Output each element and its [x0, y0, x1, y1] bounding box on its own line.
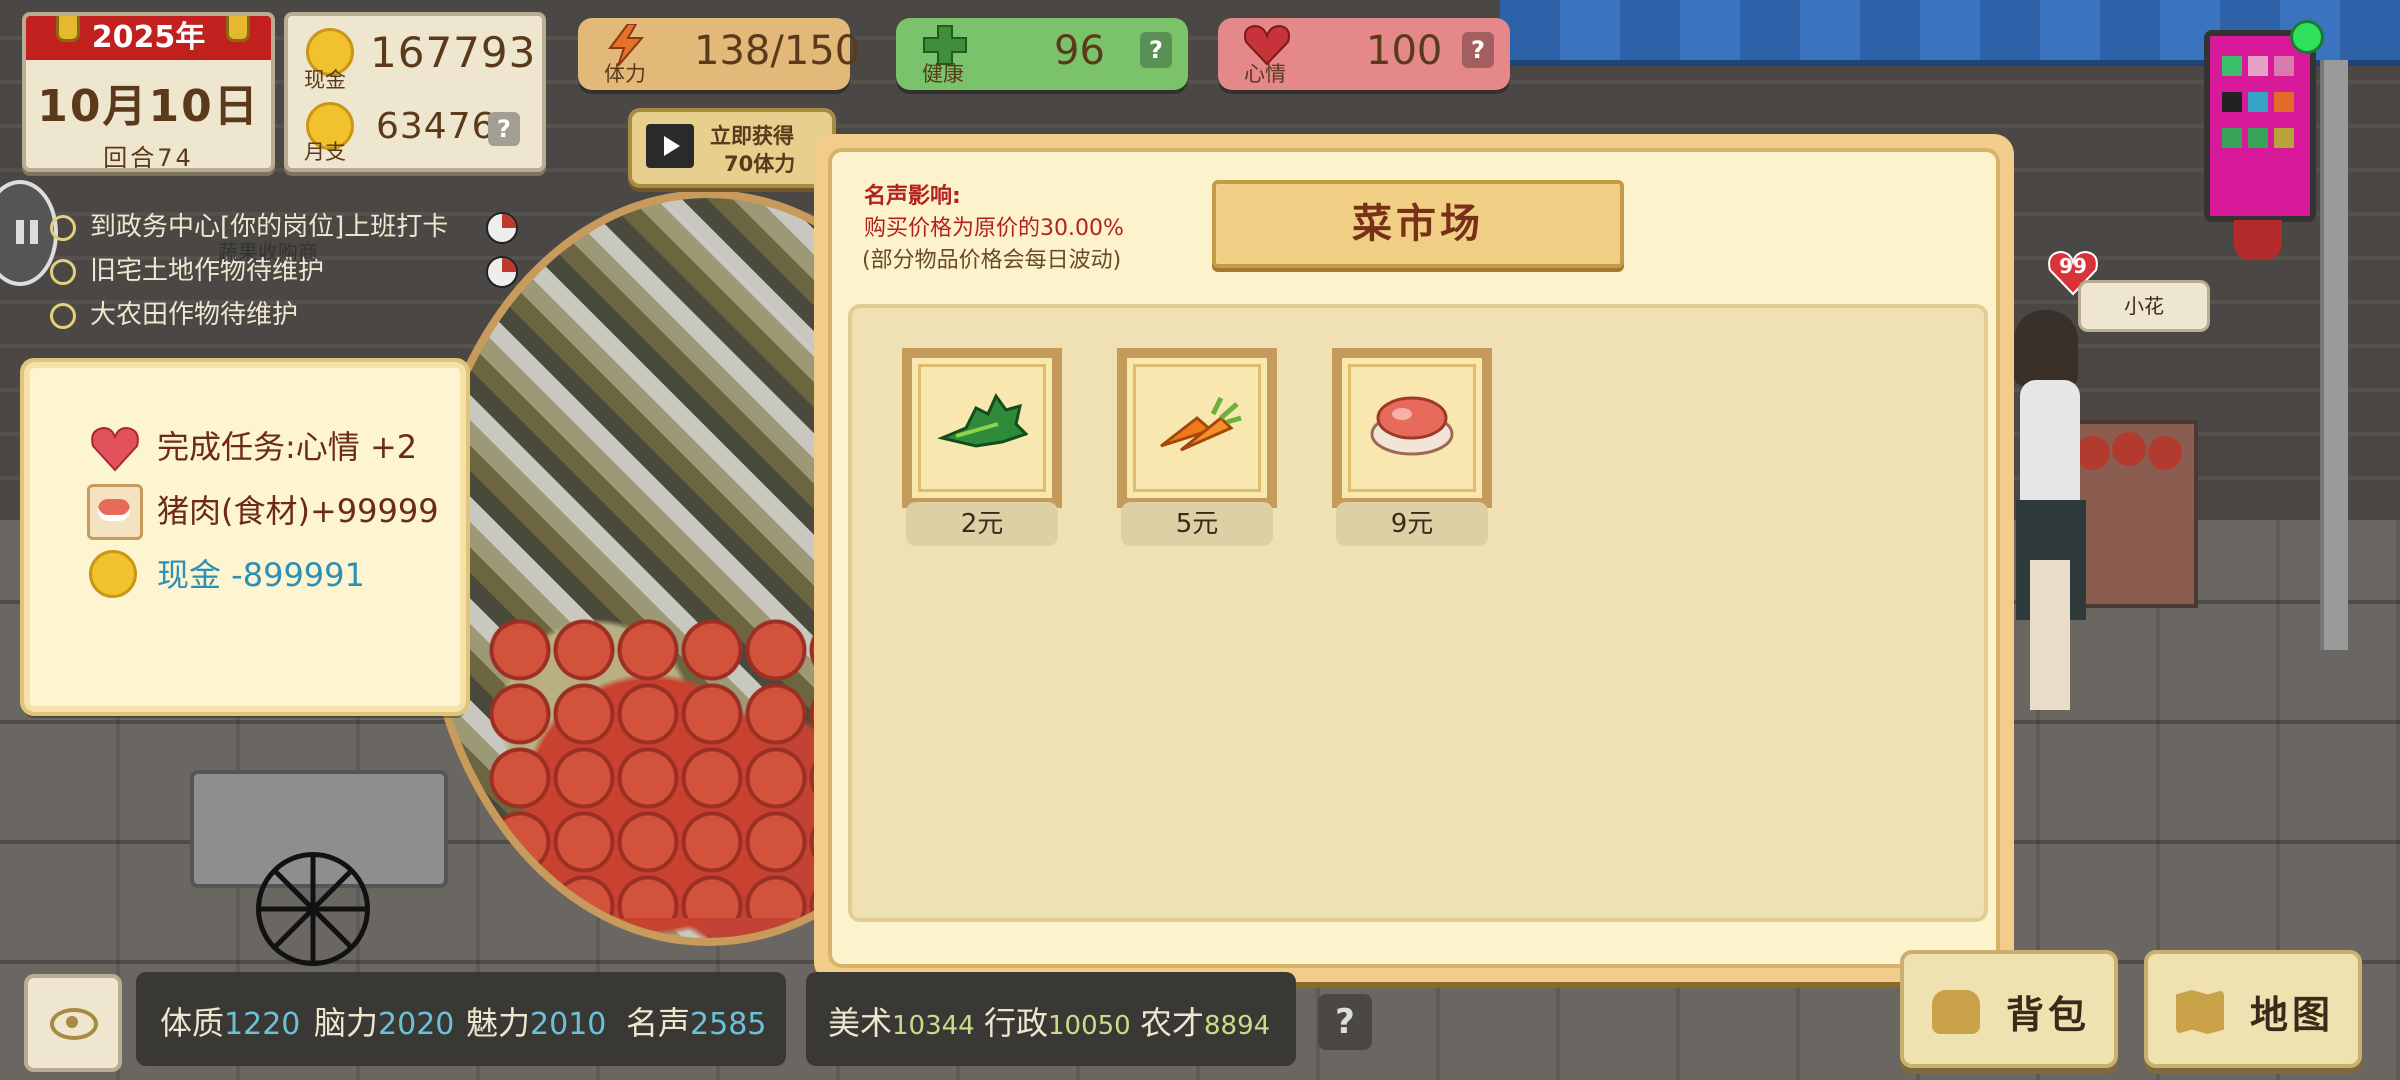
mood-help-button[interactable]: ?: [1462, 32, 1494, 68]
video-button-line1: 立即获得: [710, 124, 794, 148]
round-label: 回合74: [103, 144, 194, 172]
video-button-line2: 70体力: [724, 152, 796, 176]
carrot-icon: [1160, 396, 1242, 452]
item-slot-greens[interactable]: [902, 348, 1062, 508]
attribute-bar-primary: 体质1220 脑力2020 魅力2010 名声2585: [136, 972, 786, 1066]
health-pill[interactable]: 健康 96 ?: [896, 18, 1188, 90]
price-tag: 2元: [906, 502, 1058, 546]
app-icon: [2222, 92, 2242, 112]
stamina-value: 138/150: [694, 28, 861, 74]
task-item[interactable]: 大农田作物待维护: [50, 294, 298, 334]
watch-video-stamina-button[interactable]: 立即获得 70体力: [628, 108, 836, 188]
task-checkbox-icon: [50, 302, 76, 329]
market-panel: 名声影响: 购买价格为原价的30.00% (部分物品价格会每日波动) 菜市场 2…: [814, 134, 2014, 982]
mood-value: 100: [1366, 28, 1443, 74]
cart-wheel: [256, 852, 370, 966]
skill-art: 美术10344: [828, 1004, 975, 1042]
attr-intellect: 脑力2020: [314, 1004, 455, 1042]
attr-fame: 名声2585: [626, 1004, 767, 1042]
app-icon: [2274, 92, 2294, 112]
app-icon: [2222, 56, 2242, 76]
task-checkbox-icon: [50, 214, 76, 241]
vegetable-icon: [937, 392, 1028, 448]
map-button[interactable]: 地图: [2144, 950, 2362, 1068]
clock-icon: [486, 212, 518, 244]
phone-stand: [2234, 220, 2282, 260]
apple-icon: [2148, 436, 2182, 470]
meat-icon: [1370, 396, 1454, 456]
backpack-label: 背包: [2006, 993, 2091, 1037]
task-text: 大农田作物待维护: [90, 300, 299, 330]
task-checkbox-icon: [50, 258, 76, 285]
map-label: 地图: [2250, 993, 2335, 1037]
backpack-button[interactable]: 背包: [1900, 950, 2118, 1068]
npc-legs: [2030, 560, 2070, 710]
calendar-ring-icon: [56, 16, 80, 42]
cash-value: 167793: [370, 28, 537, 77]
attribute-bar-skills: 美术10344 行政10050 农才8894: [806, 972, 1296, 1066]
health-value: 96: [1054, 28, 1105, 74]
price-tag: 5元: [1121, 502, 1273, 546]
backpack-icon: [1932, 990, 1980, 1034]
date-card: 2025年 10月10日 回合74: [22, 12, 275, 172]
skill-admin: 行政10050: [984, 1004, 1131, 1042]
mood-pill[interactable]: 心情 100 ?: [1218, 18, 1510, 90]
market-title: 菜市场: [1212, 180, 1624, 268]
attr-charm: 魅力2010: [466, 1004, 607, 1042]
map-icon: [2176, 990, 2224, 1034]
cash-label: 现金: [304, 68, 346, 92]
calendar-ring-icon: [226, 16, 250, 42]
fame-discount: 购买价格为原价的30.00%: [864, 216, 1124, 241]
attributes-help-button[interactable]: ?: [1318, 994, 1372, 1050]
item-slot-meat[interactable]: [1332, 348, 1492, 508]
skill-farming: 农才8894: [1140, 1004, 1271, 1042]
app-icon: [2274, 128, 2294, 148]
health-label: 健康: [922, 62, 964, 86]
attr-physique: 体质1220: [160, 1004, 301, 1042]
affection-value: 99: [2059, 254, 2087, 278]
money-card: 现金 167793 月支 63476 ?: [284, 12, 546, 172]
eye-icon: [50, 1008, 98, 1040]
clock-icon: [486, 256, 518, 288]
expense-value: 63476: [376, 106, 496, 147]
health-help-button[interactable]: ?: [1140, 32, 1172, 68]
apple-icon: [2076, 436, 2110, 470]
awning-pole: [2320, 60, 2348, 650]
apple-icon: [2112, 432, 2146, 466]
stamina-label: 体力: [604, 62, 646, 86]
expense-help-button[interactable]: ?: [488, 112, 520, 146]
reward-text: 完成任务:心情 +2: [157, 428, 418, 466]
app-icon: [2274, 56, 2294, 76]
reward-text: 现金 -899991: [157, 556, 365, 594]
app-icon: [2248, 92, 2268, 112]
video-play-icon: [646, 124, 694, 168]
toggle-view-button[interactable]: [24, 974, 122, 1072]
reward-text: 猪肉(食材)+99999: [157, 492, 439, 530]
app-icon: [2222, 128, 2242, 148]
npc-name-tag[interactable]: 小花: [2078, 280, 2210, 332]
stamina-pill[interactable]: 体力 138/150: [578, 18, 860, 90]
fame-note: (部分物品价格会每日波动): [862, 248, 1122, 273]
mood-label: 心情: [1244, 62, 1286, 86]
fame-title: 名声影响:: [864, 184, 961, 209]
item-grid: 2元 5元 9元: [848, 304, 1988, 922]
item-slot-carrot[interactable]: [1117, 348, 1277, 508]
coin-icon: [89, 550, 137, 598]
expense-label: 月支: [304, 140, 346, 164]
app-icon: [2248, 56, 2268, 76]
date-label: 10月10日: [37, 81, 260, 132]
notification-light: [2290, 20, 2324, 54]
price-tag: 9元: [1336, 502, 1488, 546]
app-icon: [2248, 128, 2268, 148]
meat-icon: [87, 484, 143, 540]
shop-sign: 蔬果收购商: [218, 240, 318, 264]
reward-popup: 完成任务:心情 +2 猪肉(食材)+99999 现金 -899991: [20, 358, 470, 716]
heart-icon: [91, 426, 139, 472]
phone-button[interactable]: [2204, 30, 2316, 222]
npc-head: [2014, 310, 2078, 386]
